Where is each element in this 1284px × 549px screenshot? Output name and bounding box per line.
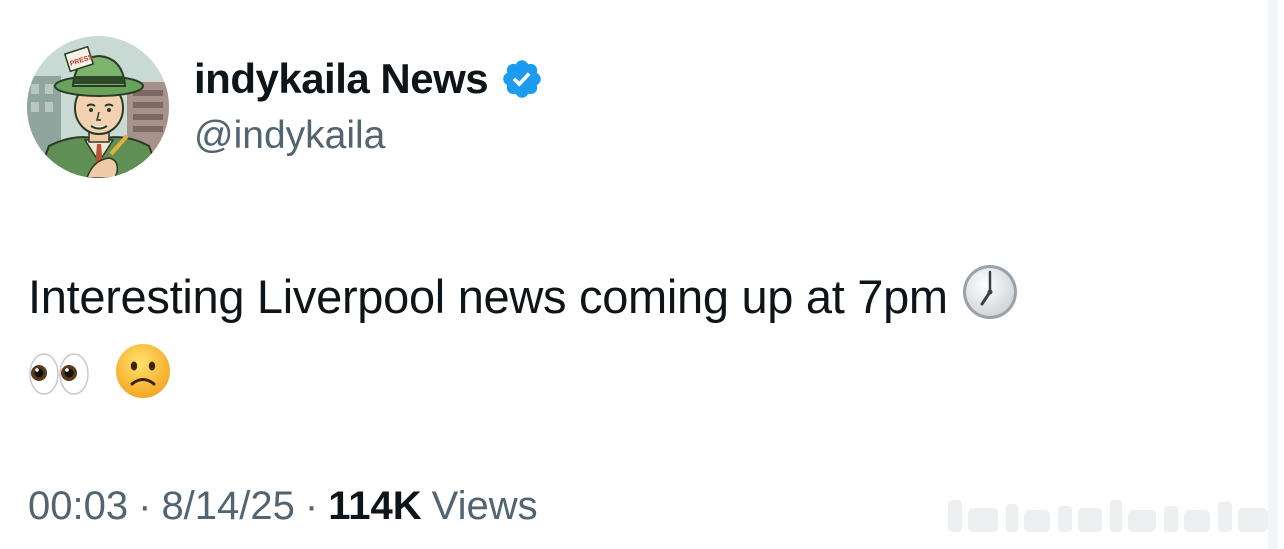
emoji-row (28, 342, 1248, 419)
views-label: Views (431, 484, 538, 528)
tweet-text: Interesting Liverpool news coming up at … (28, 270, 948, 323)
press-reporter-avatar-icon: PRESS (27, 36, 169, 178)
eyes-emoji-icon (28, 346, 90, 416)
views-count: 114K (328, 484, 422, 528)
clock-seven-emoji-icon (961, 263, 1019, 340)
author-display-name[interactable]: indykaila News (194, 55, 489, 103)
tweet-date[interactable]: 8/14/25 (161, 484, 294, 529)
slightly-frowning-face-emoji-icon (114, 342, 172, 419)
tweet-text-block: Interesting Liverpool news coming up at … (28, 262, 1248, 419)
author-handle[interactable]: @indykaila (194, 114, 544, 158)
meta-separator: · (304, 484, 319, 528)
verified-badge-icon[interactable] (500, 57, 544, 101)
tweet: PRESS indykaila News @indykaila Interest… (0, 0, 1284, 549)
scrollbar[interactable] (1268, 0, 1278, 549)
meta-separator: · (138, 484, 152, 528)
tweet-meta: 00:03 · 8/14/25 · 114K Views (28, 484, 538, 529)
tweet-time[interactable]: 00:03 (28, 484, 128, 529)
author-info: indykaila News @indykaila (194, 54, 544, 158)
author-name-row: indykaila News (194, 54, 544, 104)
author-avatar[interactable]: PRESS (27, 36, 169, 178)
watermark-logo-icon (948, 494, 1270, 538)
